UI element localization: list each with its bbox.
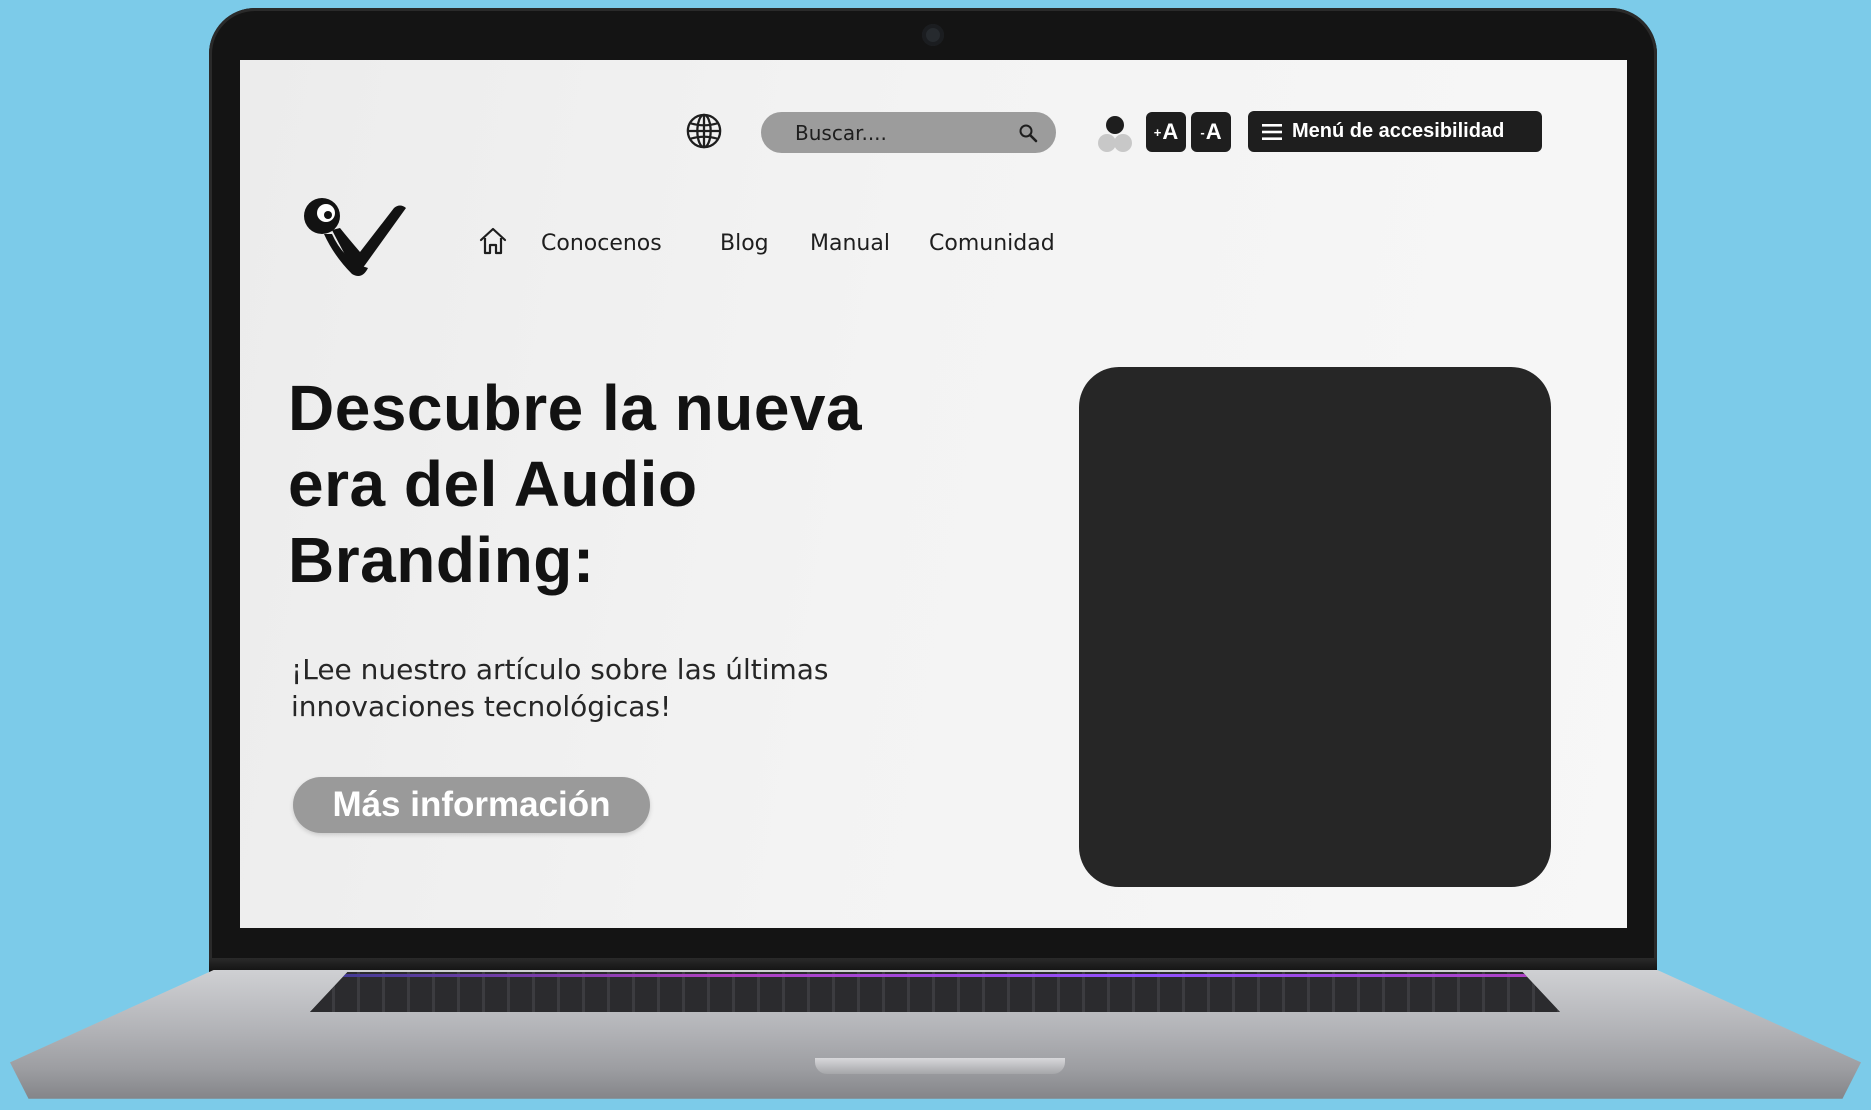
hero-title-line: Descubre la nueva bbox=[288, 372, 863, 444]
accessibility-menu-button[interactable]: Menú de accesibilidad bbox=[1248, 111, 1542, 152]
search-icon[interactable] bbox=[1018, 123, 1038, 143]
laptop-keyboard bbox=[310, 972, 1560, 1012]
font-decrease-label: A bbox=[1205, 119, 1222, 144]
nav-link-comunidad[interactable]: Comunidad bbox=[929, 231, 1055, 256]
hero-media-placeholder bbox=[1079, 367, 1551, 887]
font-increase-button[interactable]: + A bbox=[1146, 112, 1186, 152]
globe-icon[interactable] bbox=[685, 112, 723, 150]
hero-subtitle-line: innovaciones tecnológicas! bbox=[291, 690, 672, 723]
hero-title-line: era del Audio bbox=[288, 448, 698, 520]
font-decrease-button[interactable]: - A bbox=[1191, 112, 1231, 152]
laptop-screen: + A - A Menú de accesibilidad Conocenos … bbox=[240, 60, 1627, 928]
accessibility-menu-label: Menú de accesibilidad bbox=[1292, 120, 1505, 142]
home-icon[interactable] bbox=[477, 225, 509, 257]
contrast-icon[interactable] bbox=[1096, 112, 1134, 154]
font-increase-label: A bbox=[1162, 119, 1179, 144]
laptop-notch bbox=[815, 1058, 1065, 1074]
search-input[interactable] bbox=[793, 119, 1012, 146]
hero-title: Descubre la nueva era del Audio Branding… bbox=[288, 370, 988, 598]
search-bar[interactable] bbox=[761, 112, 1056, 153]
menu-icon bbox=[1262, 123, 1282, 140]
hero-title-line: Branding: bbox=[288, 524, 595, 596]
brand-logo[interactable] bbox=[302, 194, 412, 278]
minus-icon: - bbox=[1200, 124, 1205, 140]
hero-subtitle-line: ¡Lee nuestro artículo sobre las últimas bbox=[291, 653, 829, 686]
hero-subtitle: ¡Lee nuestro artículo sobre las últimas … bbox=[291, 651, 931, 725]
nav-link-conocenos[interactable]: Conocenos bbox=[541, 231, 662, 256]
plus-icon: + bbox=[1153, 124, 1162, 140]
nav-link-blog[interactable]: Blog bbox=[720, 231, 769, 256]
nav-link-manual[interactable]: Manual bbox=[810, 231, 890, 256]
webcam bbox=[922, 24, 944, 46]
more-info-button[interactable]: Más información bbox=[293, 777, 650, 833]
